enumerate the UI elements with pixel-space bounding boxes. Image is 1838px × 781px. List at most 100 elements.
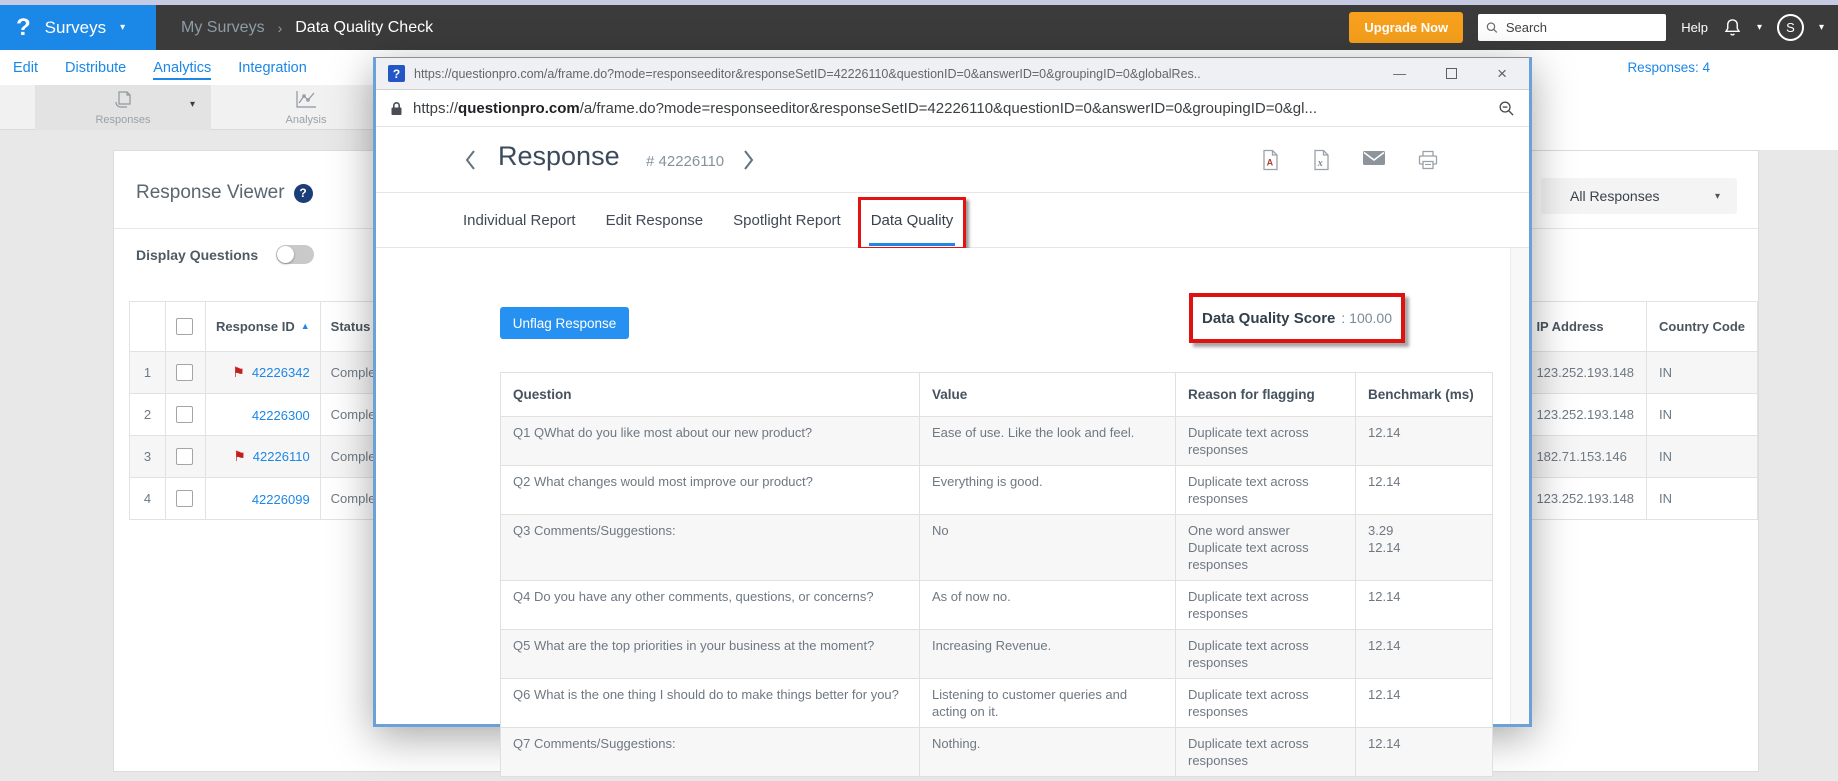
response-id-link[interactable]: 42226300 xyxy=(252,408,310,423)
tab-spotlight-report[interactable]: Spotlight Report xyxy=(733,212,841,229)
surveys-menu[interactable]: ? Surveys xyxy=(0,5,156,50)
tab-distribute[interactable]: Distribute xyxy=(65,56,126,80)
response-title: Response xyxy=(498,141,620,172)
value-cell: Increasing Revenue. xyxy=(920,630,1176,679)
data-quality-score-value: : 100.00 xyxy=(1341,310,1392,326)
window-maximize-button[interactable] xyxy=(1446,68,1457,79)
page-title: Response Viewer ? xyxy=(136,182,313,204)
row-number: 4 xyxy=(130,478,166,520)
survey-nav-tabs: Edit Distribute Analytics Integration xyxy=(13,50,307,85)
background xyxy=(1530,85,1838,150)
display-questions-label: Display Questions xyxy=(136,247,258,263)
report-tabs: Individual Report Edit Response Spotligh… xyxy=(376,193,1529,248)
toggle-knob xyxy=(277,246,294,263)
response-filter-dropdown[interactable]: All Responses xyxy=(1541,178,1737,214)
question-cell: Q7 Comments/Suggestions: xyxy=(501,728,920,777)
chevron-down-icon[interactable] xyxy=(1819,22,1824,33)
unflag-response-button[interactable]: Unflag Response xyxy=(500,307,629,339)
export-pdf-button[interactable]: A xyxy=(1260,149,1280,171)
app-window: ? Surveys My Surveys Data Quality Check … xyxy=(0,0,1838,781)
table-row: Q7 Comments/Suggestions: Nothing. Duplic… xyxy=(501,728,1493,777)
row-checkbox[interactable] xyxy=(176,448,193,465)
response-id-link[interactable]: 42226099 xyxy=(252,492,310,507)
table-row: Q3 Comments/Suggestions: No One word ans… xyxy=(501,515,1493,581)
lock-icon xyxy=(390,101,403,116)
ip-cell: 182.71.153.146 xyxy=(1524,436,1647,478)
value-header: Value xyxy=(920,373,1176,417)
toolbar-responses[interactable]: Responses xyxy=(35,85,211,130)
response-id-link[interactable]: 42226342 xyxy=(252,365,310,380)
help-icon[interactable]: ? xyxy=(294,184,313,203)
export-actions: A x xyxy=(1260,149,1439,171)
window-close-button[interactable]: × xyxy=(1497,64,1507,84)
chevron-down-icon xyxy=(120,22,125,33)
search-box xyxy=(1478,14,1666,41)
benchmark-header: Benchmark (ms) xyxy=(1356,373,1493,417)
email-button[interactable] xyxy=(1362,149,1386,171)
upgrade-now-button[interactable]: Upgrade Now xyxy=(1349,12,1463,43)
data-quality-table: Question Value Reason for flagging Bench… xyxy=(500,372,1493,777)
table-row: Q5 What are the top priorities in your b… xyxy=(501,630,1493,679)
flag-icon: ⚑ xyxy=(232,364,245,380)
breadcrumb-my-surveys[interactable]: My Surveys xyxy=(181,19,265,37)
export-excel-button[interactable]: x xyxy=(1311,149,1331,171)
ip-address-header: IP Address xyxy=(1524,302,1647,352)
response-id-header[interactable]: Response ID▲ xyxy=(206,302,321,352)
display-questions-control: Display Questions xyxy=(136,245,314,264)
print-button[interactable] xyxy=(1417,149,1439,171)
row-checkbox[interactable] xyxy=(176,490,193,507)
benchmark-cell: 12.14 xyxy=(1356,728,1493,777)
tab-data-quality[interactable]: Data Quality xyxy=(871,212,954,229)
benchmark-cell: 3.2912.14 xyxy=(1356,515,1493,581)
svg-text:x: x xyxy=(1317,158,1323,169)
window-minimize-button[interactable]: — xyxy=(1393,66,1406,81)
address-url: https://questionpro.com/a/frame.do?mode=… xyxy=(413,100,1488,117)
response-id-link[interactable]: 42226110 xyxy=(253,449,310,464)
sort-asc-icon: ▲ xyxy=(301,321,310,331)
tab-edit-response[interactable]: Edit Response xyxy=(606,212,704,229)
notifications-bell-icon[interactable] xyxy=(1723,18,1742,37)
select-all-checkbox[interactable] xyxy=(176,318,193,335)
window-controls: — × xyxy=(1393,64,1517,84)
chevron-down-icon xyxy=(190,99,195,110)
topbar: ? Surveys My Surveys Data Quality Check … xyxy=(0,5,1838,50)
row-checkbox[interactable] xyxy=(176,364,193,381)
tab-edit[interactable]: Edit xyxy=(13,56,38,80)
tab-integration[interactable]: Integration xyxy=(238,56,307,80)
table-row: Q4 Do you have any other comments, quest… xyxy=(501,581,1493,630)
zoom-icon[interactable] xyxy=(1498,100,1515,117)
scrollbar-track[interactable] xyxy=(1510,248,1529,724)
ip-cell: 123.252.193.148 xyxy=(1524,478,1647,520)
next-response-button[interactable] xyxy=(742,149,755,171)
reason-cell: Duplicate text across responses xyxy=(1176,630,1356,679)
avatar[interactable]: S xyxy=(1777,14,1804,41)
country-cell: IN xyxy=(1647,394,1758,436)
display-questions-toggle[interactable] xyxy=(276,245,314,264)
search-input[interactable] xyxy=(1504,19,1658,36)
benchmark-cell: 12.14 xyxy=(1356,581,1493,630)
row-checkbox[interactable] xyxy=(176,406,193,423)
question-cell: Q2 What changes would most improve our p… xyxy=(501,466,920,515)
row-number-header xyxy=(130,302,166,352)
help-link[interactable]: Help xyxy=(1681,20,1708,35)
search-icon xyxy=(1486,21,1498,34)
benchmark-cell: 12.14 xyxy=(1356,630,1493,679)
responses-count: Responses: 4 xyxy=(1627,60,1710,75)
value-cell: As of now no. xyxy=(920,581,1176,630)
value-cell: Everything is good. xyxy=(920,466,1176,515)
prev-response-button[interactable] xyxy=(464,149,477,171)
question-cell: Q4 Do you have any other comments, quest… xyxy=(501,581,920,630)
tab-individual-report[interactable]: Individual Report xyxy=(463,212,576,229)
question-cell: Q6 What is the one thing I should do to … xyxy=(501,679,920,728)
benchmark-cell: 12.14 xyxy=(1356,679,1493,728)
chevron-down-icon[interactable] xyxy=(1757,22,1762,33)
row-number: 2 xyxy=(130,394,166,436)
reason-cell: Duplicate text across responses xyxy=(1176,466,1356,515)
address-bar[interactable]: https://questionpro.com/a/frame.do?mode=… xyxy=(376,90,1529,127)
tab-analytics[interactable]: Analytics xyxy=(153,56,211,80)
ip-cell: 123.252.193.148 xyxy=(1524,352,1647,394)
row-number: 3 xyxy=(130,436,166,478)
window-titlebar[interactable]: ? https://questionpro.com/a/frame.do?mod… xyxy=(376,57,1529,90)
flag-icon: ⚑ xyxy=(233,448,246,464)
value-cell: Listening to customer queries and acting… xyxy=(920,679,1176,728)
